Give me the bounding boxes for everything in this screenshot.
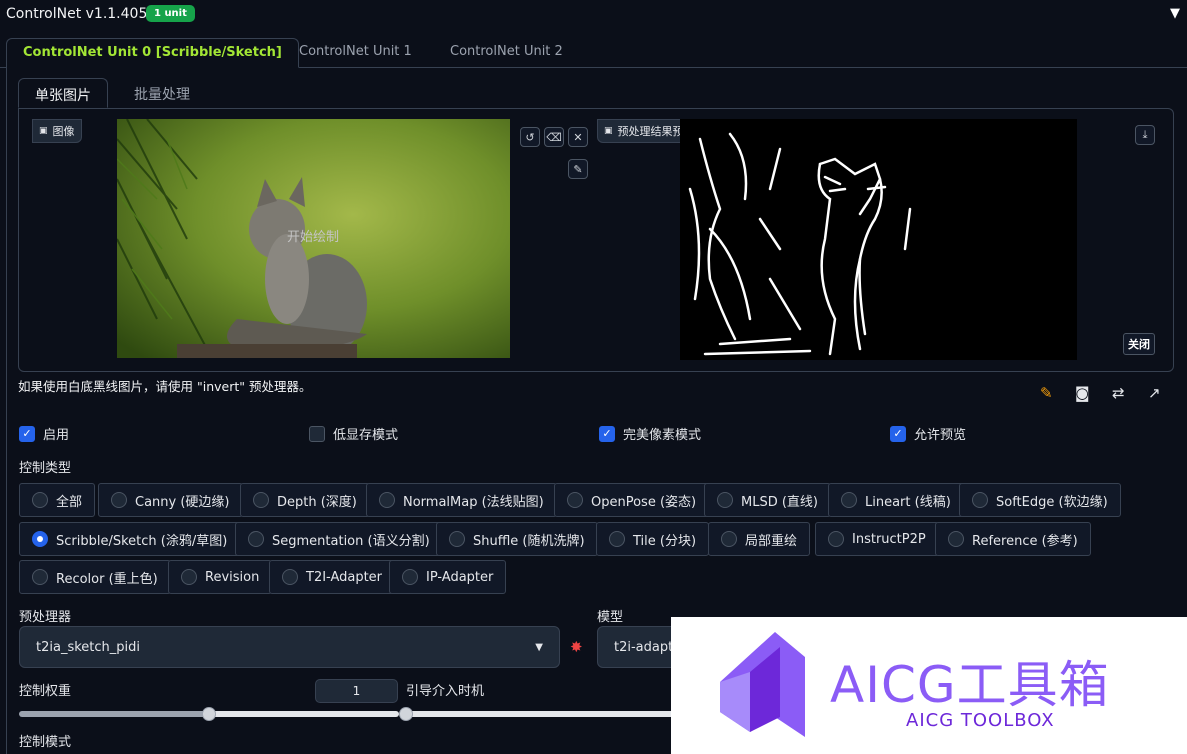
input-image-canvas[interactable]: 开始绘制 [117, 119, 510, 358]
dropdown-arrow-icon: ▼ [535, 641, 543, 653]
allow-preview-checkbox[interactable]: ✓ 允许预览 [890, 424, 966, 443]
start-step-slider-thumb[interactable] [399, 707, 413, 721]
control-type-softedge[interactable]: SoftEdge (软边缘) [959, 483, 1121, 517]
run-preprocessor-icon[interactable]: ✸ [570, 638, 583, 656]
app-title: ControlNet v1.1.405 [6, 6, 148, 22]
control-type-tile[interactable]: Tile (分块) [596, 522, 710, 556]
enable-label: 启用 [43, 428, 70, 443]
check-icon: ✓ [19, 425, 35, 442]
enable-checkbox[interactable]: ✓ 启用 [19, 424, 69, 443]
image-icon: ▣ [39, 126, 48, 136]
pixel-perfect-label: 完美像素模式 [623, 428, 702, 443]
low-vram-checkbox[interactable]: 低显存模式 [309, 424, 398, 443]
control-type-canny[interactable]: Canny (硬边缘) [98, 483, 243, 517]
image-icon: ▣ [604, 126, 613, 136]
model-label: 模型 [597, 610, 624, 625]
preprocessor-select[interactable]: t2ia_sketch_pidi ▼ [19, 626, 560, 668]
control-type-mlsd[interactable]: MLSD (直线) [704, 483, 831, 517]
tab-unit-2[interactable]: ControlNet Unit 2 [434, 38, 579, 68]
control-mode-label: 控制模式 [19, 735, 72, 750]
control-type-depth[interactable]: Depth (深度) [240, 483, 370, 517]
edit-icon[interactable]: ✎ [1040, 384, 1053, 402]
close-icon[interactable]: ✕ [568, 127, 588, 147]
control-type-revision[interactable]: Revision [168, 560, 273, 594]
low-vram-label: 低显存模式 [333, 428, 399, 443]
control-type-openpose[interactable]: OpenPose (姿态) [554, 483, 710, 517]
allow-preview-label: 允许预览 [914, 428, 967, 443]
control-type-all[interactable]: 全部 [19, 483, 96, 517]
unit-count-badge: 1 unit [146, 5, 195, 22]
checkbox-icon [309, 425, 325, 442]
draw-hint-text: 开始绘制 [287, 230, 339, 245]
invert-hint: 如果使用白底黑线图片，请使用 "invert" 预处理器。 [18, 379, 312, 394]
control-type-lineart[interactable]: Lineart (线稿) [828, 483, 964, 517]
image-label-text: 图像 [52, 125, 75, 138]
control-type-shuffle[interactable]: Shuffle (随机洗牌) [436, 522, 598, 556]
control-type-segmentation[interactable]: Segmentation (语义分割) [235, 522, 443, 556]
check-icon: ✓ [599, 425, 615, 442]
weight-input[interactable]: 1 [315, 679, 398, 703]
control-type-label: 控制类型 [19, 461, 72, 476]
start-step-label: 引导介入时机 [406, 684, 485, 699]
download-icon[interactable]: ⤓ [1135, 125, 1155, 145]
brush-icon[interactable]: ✎ [568, 159, 588, 179]
control-type-instructp2p[interactable]: InstructP2P [815, 522, 939, 556]
eraser-icon[interactable]: ⌫ [544, 127, 564, 147]
control-type-inpaint[interactable]: 局部重绘 [708, 522, 811, 556]
control-type-normalmap[interactable]: NormalMap (法线贴图) [366, 483, 557, 517]
send-dimensions-icon[interactable]: ↗ [1148, 384, 1161, 402]
check-icon: ✓ [890, 425, 906, 442]
tab-batch[interactable]: 批量处理 [118, 78, 206, 108]
control-type-scribble[interactable]: Scribble/Sketch (涂鸦/草图) [19, 522, 241, 556]
weight-label: 控制权重 [19, 684, 72, 699]
control-type-recolor[interactable]: Recolor (重上色) [19, 560, 171, 594]
watermark-title: AICG工具箱 [830, 656, 1110, 714]
close-preview-button[interactable]: 关闭 [1123, 333, 1155, 355]
control-type-ip-adapter[interactable]: IP-Adapter [389, 560, 507, 594]
toolbox-logo [710, 632, 820, 746]
tab-single-image[interactable]: 单张图片 [18, 78, 108, 108]
collapse-icon[interactable]: ▼ [1170, 6, 1180, 21]
preprocessor-preview-image [680, 119, 1077, 360]
tab-unit-1[interactable]: ControlNet Unit 1 [283, 38, 428, 68]
image-label: ▣ 图像 [32, 119, 82, 143]
camera-icon[interactable]: ◙ [1075, 384, 1090, 402]
preprocessor-label: 预处理器 [19, 610, 72, 625]
swap-icon[interactable]: ⇄ [1112, 384, 1125, 402]
undo-icon[interactable]: ↺ [520, 127, 540, 147]
weight-slider-thumb[interactable] [202, 707, 216, 721]
pixel-perfect-checkbox[interactable]: ✓ 完美像素模式 [599, 424, 701, 443]
start-step-slider[interactable] [406, 711, 676, 717]
control-type-t2i-adapter[interactable]: T2I-Adapter [269, 560, 396, 594]
control-type-reference[interactable]: Reference (参考) [935, 522, 1091, 556]
watermark-subtitle: AICG TOOLBOX [906, 710, 1055, 731]
tab-unit-0[interactable]: ControlNet Unit 0 [Scribble/Sketch] [6, 38, 299, 68]
preprocessor-value: t2ia_sketch_pidi [36, 639, 140, 655]
